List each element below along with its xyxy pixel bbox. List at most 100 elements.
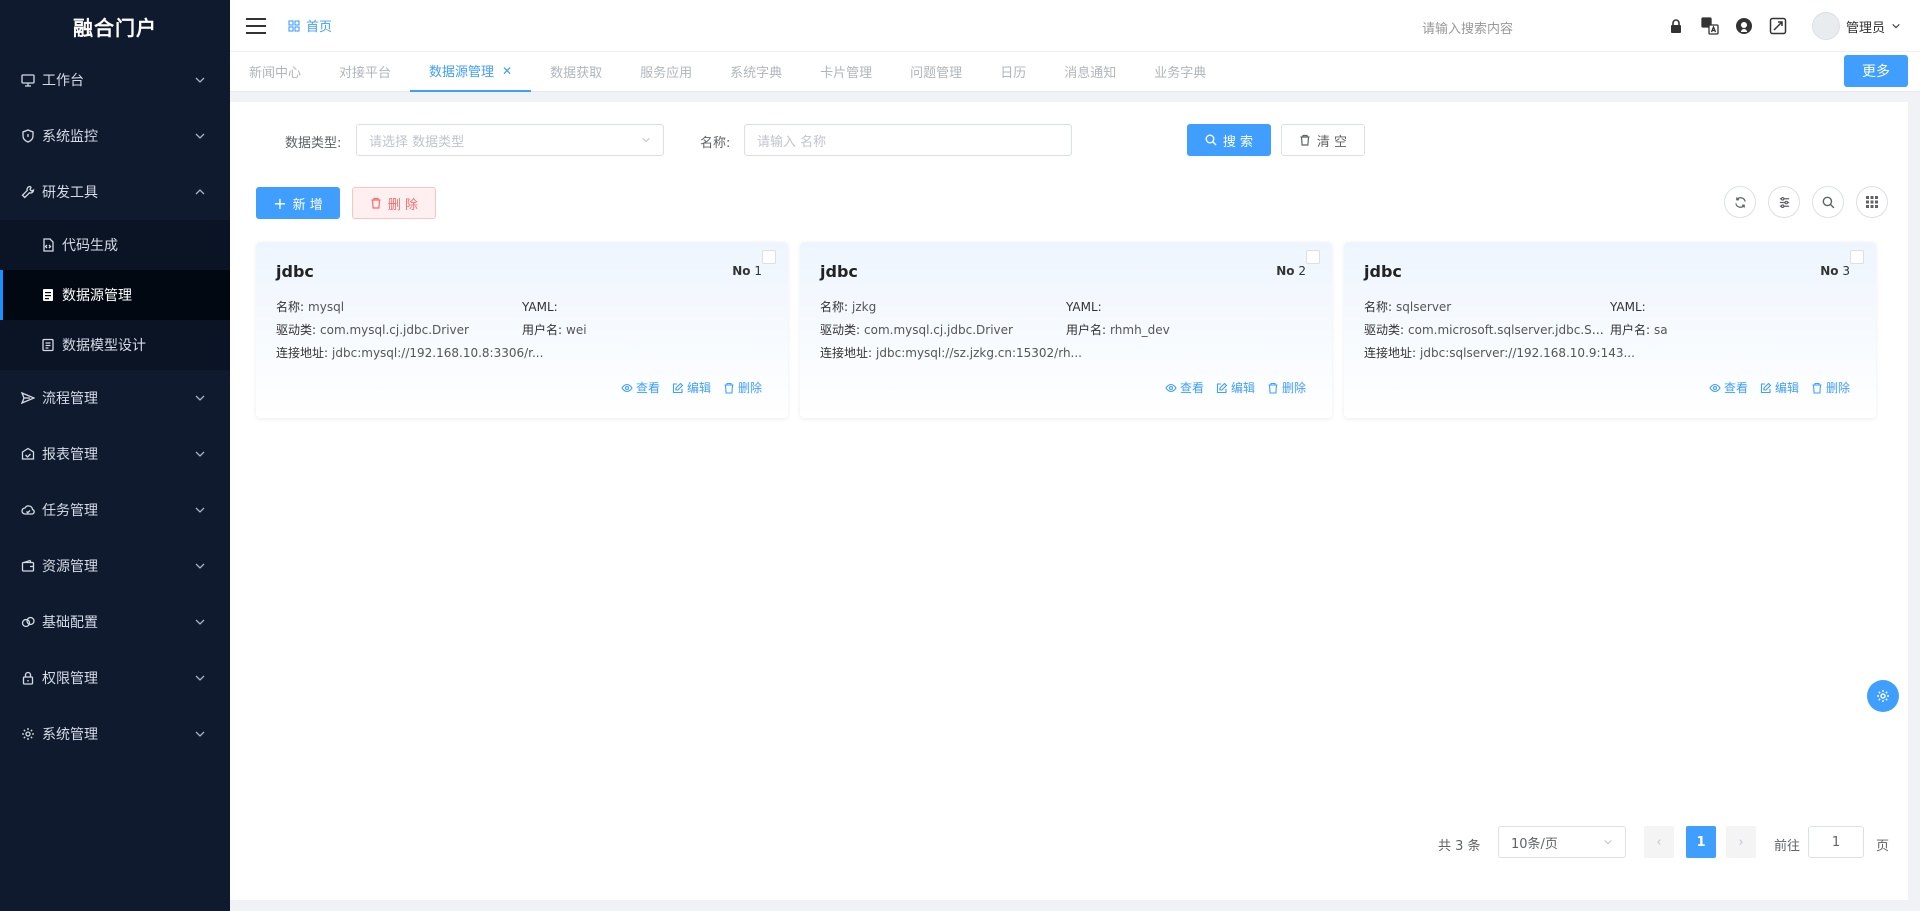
field-label: 驱动类: xyxy=(1364,323,1405,337)
tab-data-fetch[interactable]: 数据获取 xyxy=(531,52,621,92)
tab-business-dict[interactable]: 业务字典 xyxy=(1135,52,1225,92)
sidebar-item-label: 任务管理 xyxy=(42,503,98,519)
sidebar-item-task[interactable]: 任务管理 xyxy=(0,482,230,538)
name-filter-label: 名称: xyxy=(700,136,731,151)
card-checkbox[interactable] xyxy=(762,250,776,264)
tab-notification[interactable]: 消息通知 xyxy=(1045,52,1135,92)
edit-button[interactable]: 编辑 xyxy=(1216,379,1255,396)
settings-float-button[interactable] xyxy=(1867,680,1899,712)
card-delete-button[interactable]: 删除 xyxy=(1267,379,1306,396)
datasource-card: jdbc No 3 名称: sqlserver YAML: 驱动类: com.micr… xyxy=(1344,242,1876,418)
sidebar-item-label: 研发工具 xyxy=(42,185,98,201)
tab-label: 卡片管理 xyxy=(820,66,873,81)
sidebar-item-report[interactable]: 报表管理 xyxy=(0,426,230,482)
sidebar: 融合门户 工作台 系统监控 研发工具 代码生成 数据源管理 数据模型设计 流程管… xyxy=(0,0,230,911)
sidebar-item-monitor[interactable]: 系统监控 xyxy=(0,108,230,164)
filter-settings-button[interactable] xyxy=(1768,186,1800,218)
datasource-card-list: jdbc No 1 名称: mysql YAML: 驱动类: com.mysql.cj… xyxy=(256,242,1876,418)
menu-toggle-icon[interactable] xyxy=(246,17,266,34)
type-select[interactable]: 请选择 数据类型 xyxy=(356,124,664,156)
next-page-button[interactable]: › xyxy=(1726,826,1756,858)
field-label: 用户名: xyxy=(1610,323,1651,337)
chevron-left-icon: ‹ xyxy=(1656,834,1662,850)
type-select-placeholder: 请选择 数据类型 xyxy=(369,134,465,150)
card-number-value: 2 xyxy=(1298,264,1306,278)
edit-button[interactable]: 编辑 xyxy=(672,379,711,396)
avatar[interactable] xyxy=(1812,12,1840,40)
external-tool-icon[interactable] xyxy=(1768,16,1788,36)
clear-button[interactable]: 清 空 xyxy=(1281,124,1365,156)
refresh-button[interactable] xyxy=(1724,186,1756,218)
chevron-down-icon xyxy=(195,731,205,737)
tab-card[interactable]: 卡片管理 xyxy=(801,52,891,92)
view-button[interactable]: 查看 xyxy=(1709,379,1748,396)
view-button[interactable]: 查看 xyxy=(621,379,660,396)
github-icon[interactable] xyxy=(1734,16,1754,36)
more-tabs-button[interactable]: 更多 xyxy=(1844,55,1908,87)
sidebar-item-base-config[interactable]: 基础配置 xyxy=(0,594,230,650)
top-header: 首页 请输入搜索内容 管理员 xyxy=(230,0,1920,52)
tab-issue[interactable]: 问题管理 xyxy=(891,52,981,92)
database-icon xyxy=(40,287,56,303)
sidebar-item-devtools[interactable]: 研发工具 xyxy=(0,164,230,220)
shield-icon xyxy=(20,128,36,144)
page-size-value: 10条/页 xyxy=(1511,836,1558,852)
delete-label: 删除 xyxy=(1825,381,1850,395)
tab-dict[interactable]: 系统字典 xyxy=(711,52,801,92)
tab-label: 对接平台 xyxy=(339,66,392,81)
card-number-value: 1 xyxy=(754,264,762,278)
card-checkbox[interactable] xyxy=(1850,250,1864,264)
translate-icon[interactable] xyxy=(1700,16,1720,36)
goto-page-input[interactable]: 1 xyxy=(1808,826,1864,858)
card-checkbox[interactable] xyxy=(1306,250,1320,264)
sidebar-item-process[interactable]: 流程管理 xyxy=(0,370,230,426)
close-icon[interactable]: ✕ xyxy=(502,64,512,78)
plus-icon: + xyxy=(273,193,287,213)
sidebar-item-resource[interactable]: 资源管理 xyxy=(0,538,230,594)
monitor-icon xyxy=(20,72,36,88)
sidebar-item-workbench[interactable]: 工作台 xyxy=(0,52,230,108)
breadcrumb-home[interactable]: 首页 xyxy=(306,16,332,35)
chevron-down-icon xyxy=(195,619,205,625)
sidebar-item-label: 工作台 xyxy=(42,73,84,89)
prev-page-button[interactable]: ‹ xyxy=(1644,826,1674,858)
add-button[interactable]: + 新 增 xyxy=(256,187,340,219)
sidebar-item-code-gen[interactable]: 代码生成 xyxy=(0,220,230,270)
tab-datasource[interactable]: 数据源管理 ✕ xyxy=(410,52,532,92)
field-label: 用户名: xyxy=(1066,323,1107,337)
field-label: YAML: xyxy=(1066,299,1102,314)
user-menu[interactable]: 管理员 xyxy=(1812,12,1901,40)
edit-button[interactable]: 编辑 xyxy=(1760,379,1799,396)
tab-news[interactable]: 新闻中心 xyxy=(230,52,320,92)
search-button[interactable]: 搜 索 xyxy=(1187,124,1271,156)
card-delete-button[interactable]: 删除 xyxy=(723,379,762,396)
sidebar-item-data-model[interactable]: 数据模型设计 xyxy=(0,320,230,370)
search-button-label: 搜 索 xyxy=(1222,134,1254,150)
card-delete-button[interactable]: 删除 xyxy=(1811,379,1850,396)
field-value-driver: com.mysql.cj.jdbc.Driver xyxy=(320,323,469,337)
delete-button-label: 删 除 xyxy=(387,197,419,213)
toggle-search-button[interactable] xyxy=(1812,186,1844,218)
tab-calendar[interactable]: 日历 xyxy=(981,52,1045,92)
tab-label: 日历 xyxy=(1000,66,1027,81)
breadcrumb[interactable]: 首页 xyxy=(288,16,332,35)
lock-icon[interactable] xyxy=(1666,16,1686,36)
header-search-input[interactable]: 请输入搜索内容 xyxy=(1422,18,1513,37)
tab-service[interactable]: 服务应用 xyxy=(621,52,711,92)
chevron-down-icon xyxy=(195,507,205,513)
grid-view-button[interactable] xyxy=(1856,186,1888,218)
sidebar-item-permission[interactable]: 权限管理 xyxy=(0,650,230,706)
name-input[interactable]: 请输入 名称 xyxy=(744,124,1072,156)
page-size-select[interactable]: 10条/页 xyxy=(1498,826,1626,858)
wallet-icon xyxy=(20,558,36,574)
trash-icon xyxy=(1300,134,1310,146)
sidebar-item-system[interactable]: 系统管理 xyxy=(0,706,230,762)
page-number-current[interactable]: 1 xyxy=(1686,826,1716,858)
tab-platform[interactable]: 对接平台 xyxy=(320,52,410,92)
view-button[interactable]: 查看 xyxy=(1165,379,1204,396)
user-name[interactable]: 管理员 xyxy=(1846,17,1885,36)
trash-icon xyxy=(1812,382,1822,394)
delete-button[interactable]: 删 除 xyxy=(352,187,436,219)
field-value-driver: com.mysql.cj.jdbc.Driver xyxy=(864,323,1013,337)
sidebar-item-datasource[interactable]: 数据源管理 xyxy=(0,270,230,320)
